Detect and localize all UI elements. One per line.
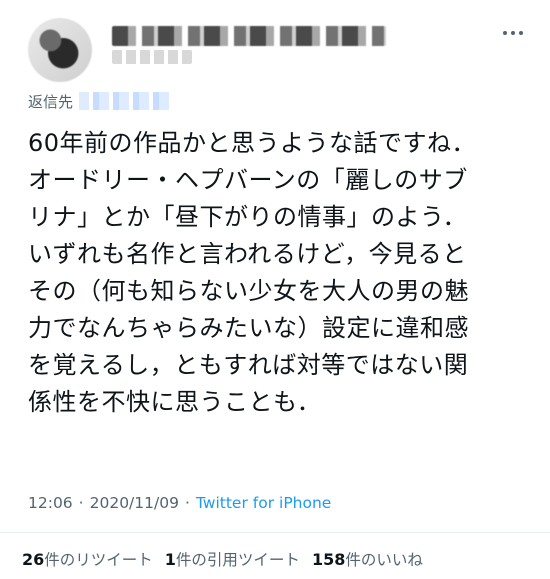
reply-context: 返信先: [28, 90, 170, 112]
quote-count: 1: [164, 550, 176, 569]
meta-separator: ·: [184, 494, 190, 512]
like-count-link[interactable]: 158 件のいいね: [312, 548, 423, 570]
tweet-time[interactable]: 12:06: [28, 494, 73, 512]
redacted-reply-target[interactable]: [79, 92, 170, 110]
redacted-username[interactable]: [112, 50, 192, 64]
tweet-date[interactable]: 2020/11/09: [90, 494, 179, 512]
more-options-icon[interactable]: [500, 28, 526, 38]
tweet-header: [0, 0, 550, 90]
engagement-stats: 26 件のリツイート 1 件の引用ツイート 158 件のいいね: [22, 548, 423, 570]
tweet-metadata: 12:06 · 2020/11/09 · Twitter for iPhone: [28, 494, 331, 512]
like-label: 件のいいね: [345, 551, 423, 569]
meta-separator: ·: [78, 494, 84, 512]
divider: [0, 532, 550, 533]
reply-label: 返信先: [28, 92, 74, 111]
retweet-count: 26: [22, 550, 45, 569]
retweet-label: 件のリツイート: [44, 551, 153, 569]
quote-count-link[interactable]: 1 件の引用ツイート: [165, 548, 300, 570]
like-count: 158: [311, 550, 346, 569]
retweet-count-link[interactable]: 26 件のリツイート: [22, 548, 153, 570]
tweet-source-link[interactable]: Twitter for iPhone: [196, 494, 331, 512]
redacted-display-name[interactable]: [112, 26, 386, 46]
tweet-text: 60年前の作品かと思うような話ですね． オードリー・ヘプバーンの「麗しのサブ リ…: [28, 129, 477, 416]
avatar[interactable]: [28, 18, 92, 82]
quote-label: 件の引用ツイート: [175, 551, 300, 569]
